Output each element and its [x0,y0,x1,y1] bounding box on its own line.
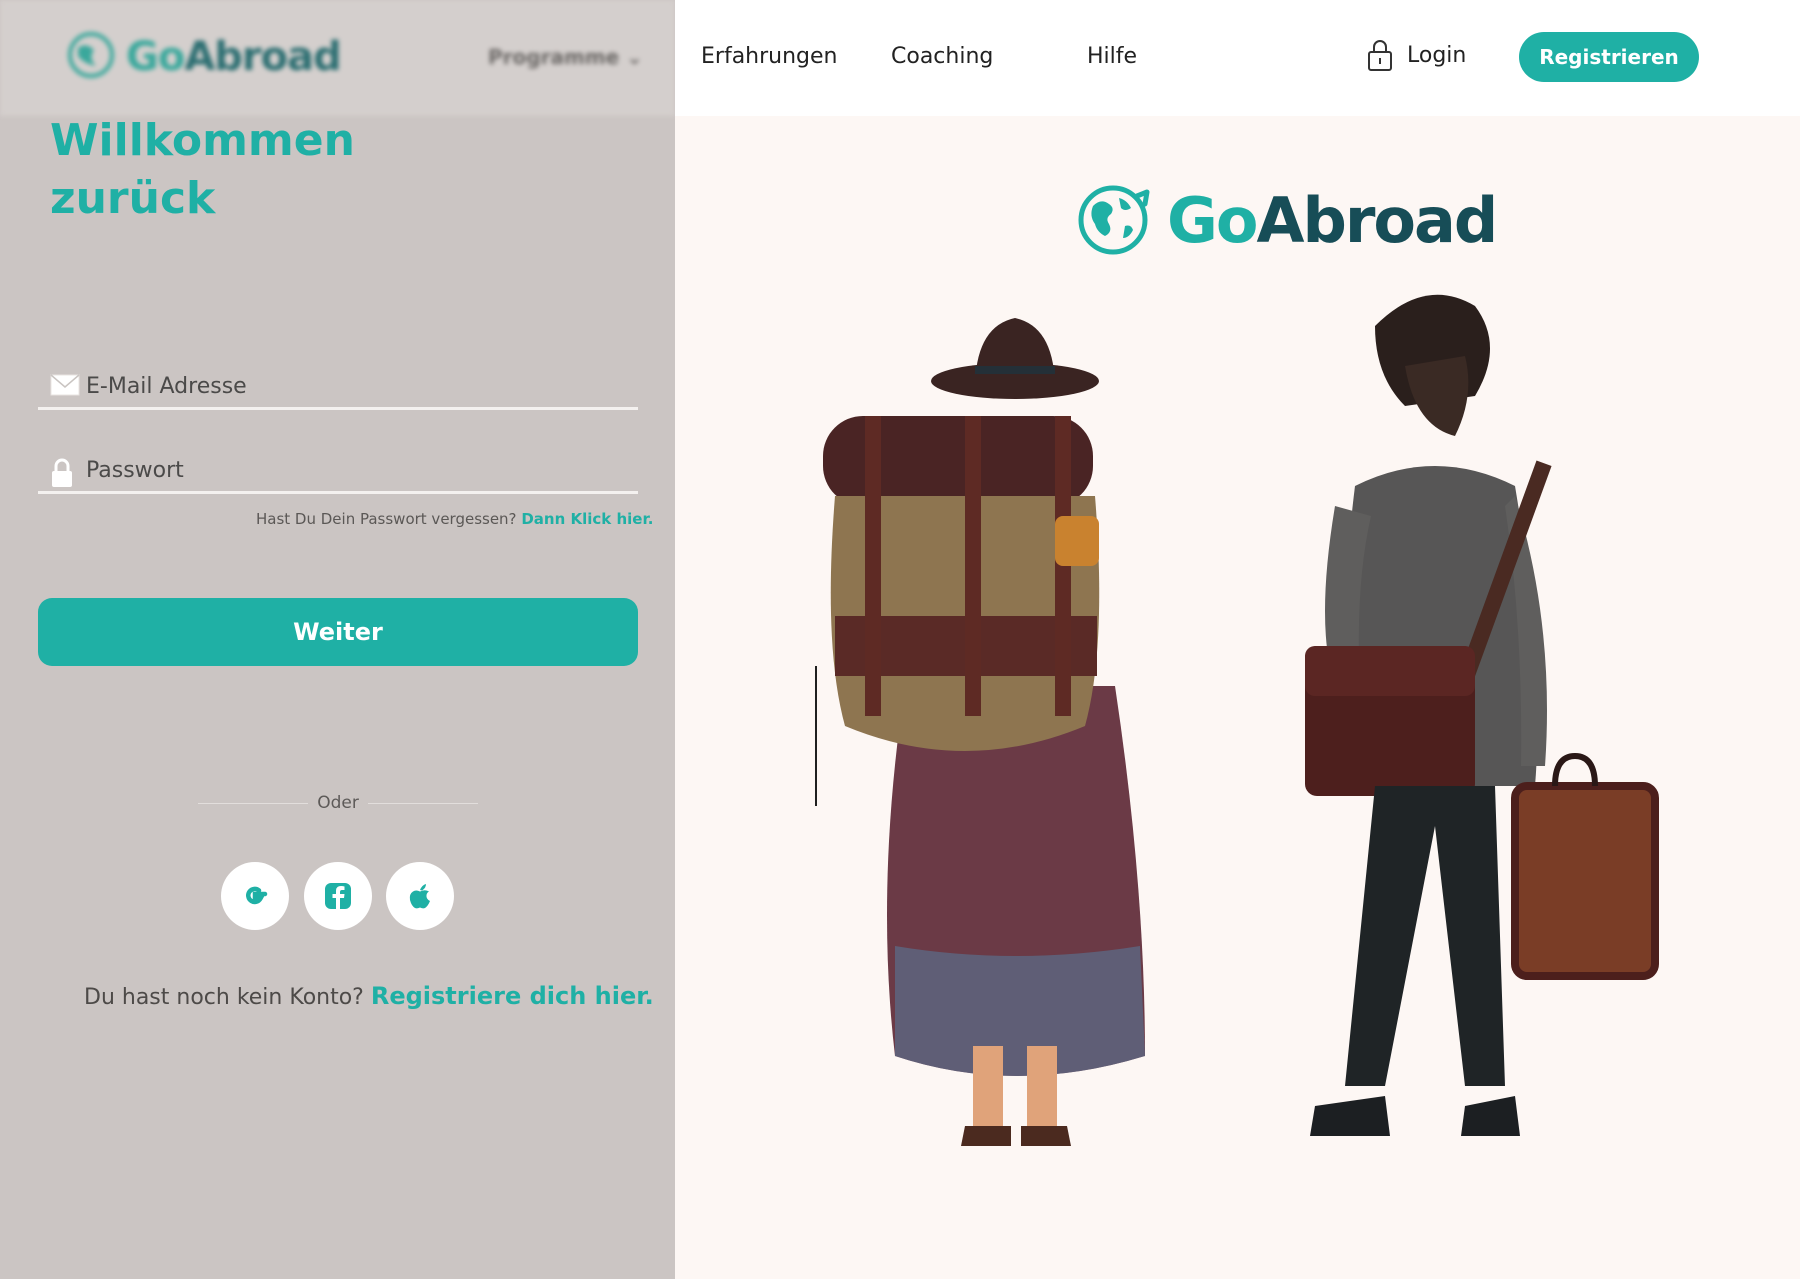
nav-coaching[interactable]: Coaching [891,44,993,69]
email-field[interactable]: E-Mail Adresse [38,364,638,410]
brand-wordmark: GoAbroad [1167,183,1498,257]
apple-login-button[interactable] [386,862,454,930]
login-link[interactable]: Login [1367,38,1466,72]
blurred-menu: Programme ⌄ [488,45,643,69]
signup-link[interactable]: Registriere dich hier. [371,982,654,1010]
forgot-password: Hast Du Dein Passwort vergessen? Dann Kl… [256,510,653,528]
register-button[interactable]: Registrieren [1519,32,1699,82]
email-placeholder: E-Mail Adresse [86,374,247,399]
login-panel: GoAbroad Programme ⌄ Willkommen zurück E… [0,0,675,1279]
woman-traveler [815,318,1145,1146]
globe-icon [68,32,114,78]
envelope-icon [50,374,80,396]
blurred-header: GoAbroad Programme ⌄ [0,0,675,116]
facebook-login-button[interactable] [304,862,372,930]
page-title: Willkommen zurück [50,115,355,224]
submit-button[interactable]: Weiter [38,598,638,666]
google-icon [246,886,268,905]
password-field[interactable]: Passwort [38,448,638,494]
google-login-button[interactable] [221,862,289,930]
nav-hilfe[interactable]: Hilfe [1087,44,1137,69]
login-label: Login [1407,42,1467,68]
globe-icon [1078,185,1150,255]
travelers-illustration [815,294,1659,1146]
signup-text: Du hast noch kein Konto? [84,985,364,1010]
top-navigation: Erfahrungen Coaching Hilfe Login Registr… [675,0,1800,116]
divider-label: Oder [308,793,368,813]
brand-logo: GoAbroad [1075,182,1498,258]
apple-icon [409,884,430,909]
forgot-text: Hast Du Dein Passwort vergessen? [256,510,517,528]
hero-section: GoAbroad [675,116,1800,1279]
man-traveler [1305,294,1659,1136]
lock-icon [1368,40,1392,71]
lock-icon [52,458,72,487]
facebook-icon [325,883,351,909]
blurred-logo: GoAbroad [126,34,342,80]
nav-erfahrungen[interactable]: Erfahrungen [701,44,838,69]
password-placeholder: Passwort [86,458,184,483]
signup-prompt: Du hast noch kein Konto? Registriere dic… [84,982,654,1010]
forgot-password-link[interactable]: Dann Klick hier. [521,510,653,528]
